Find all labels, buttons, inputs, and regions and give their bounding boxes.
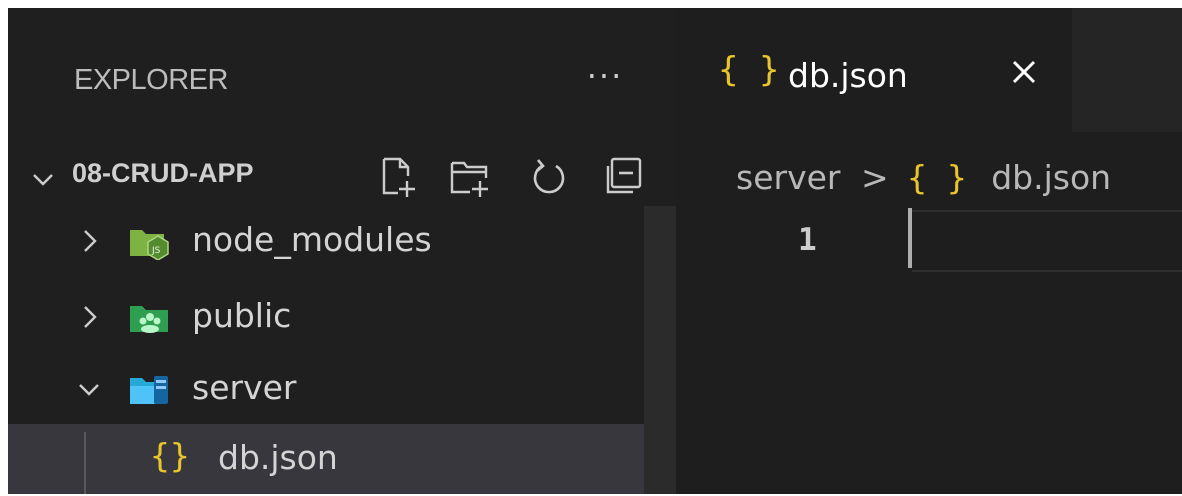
collapse-all-icon[interactable] [602, 154, 648, 200]
explorer-title: EXPLORER [74, 64, 228, 96]
public-folder-icon [130, 306, 168, 333]
chevron-right-icon [84, 230, 97, 252]
breadcrumb-file[interactable]: db.json [991, 158, 1111, 197]
tree-item-label: server [192, 368, 297, 407]
tree-item-label: public [192, 296, 292, 335]
line-number: 1 [798, 222, 817, 258]
breadcrumb: server > { } db.json [736, 156, 1111, 200]
indent-guide [84, 432, 86, 494]
refresh-icon[interactable] [526, 154, 572, 200]
json-icon: { } [907, 158, 967, 197]
chevron-down-icon [33, 174, 53, 186]
chevron-down-icon [79, 384, 99, 396]
explorer-sidebar: EXPLORER ··· 08-CRUD-APP JS node_modules… [8, 8, 676, 494]
sidebar-scrollbar[interactable] [644, 206, 676, 494]
tree-item-label: node_modules [192, 220, 432, 259]
new-folder-icon[interactable] [448, 154, 494, 200]
node-folder-icon: JS [130, 230, 169, 260]
json-icon: {} [150, 436, 190, 475]
svg-text:JS: JS [151, 246, 161, 256]
editor-area: { } db.json server > { } db.json 1 [676, 8, 1182, 494]
vscode-window: EXPLORER ··· 08-CRUD-APP JS node_modules… [8, 8, 1182, 494]
tree-item-db-json[interactable]: {} db.json [8, 424, 644, 494]
tree-item-node-modules[interactable]: JS node_modules [8, 206, 644, 276]
new-file-icon[interactable] [376, 154, 422, 200]
breadcrumb-separator: > [860, 158, 889, 197]
close-icon[interactable] [1004, 52, 1044, 92]
server-folder-icon [130, 376, 168, 404]
more-actions-button[interactable]: ··· [574, 56, 636, 96]
chevron-right-icon [84, 306, 97, 328]
tree-item-label: db.json [218, 438, 338, 477]
tab-bar: { } db.json [676, 8, 1182, 132]
text-cursor [908, 208, 912, 268]
tab-db-json[interactable]: { } db.json [676, 8, 1072, 132]
tree-item-public[interactable]: public [8, 282, 644, 352]
explorer-header: EXPLORER ··· [8, 8, 676, 148]
current-line-highlight[interactable] [912, 210, 1182, 272]
tree-item-server[interactable]: server [8, 354, 644, 424]
project-name: 08-CRUD-APP [72, 158, 254, 188]
tab-label: db.json [788, 56, 908, 95]
breadcrumb-folder[interactable]: server [736, 158, 840, 197]
json-icon: { } [718, 50, 780, 90]
project-section-header[interactable]: 08-CRUD-APP [8, 148, 676, 206]
